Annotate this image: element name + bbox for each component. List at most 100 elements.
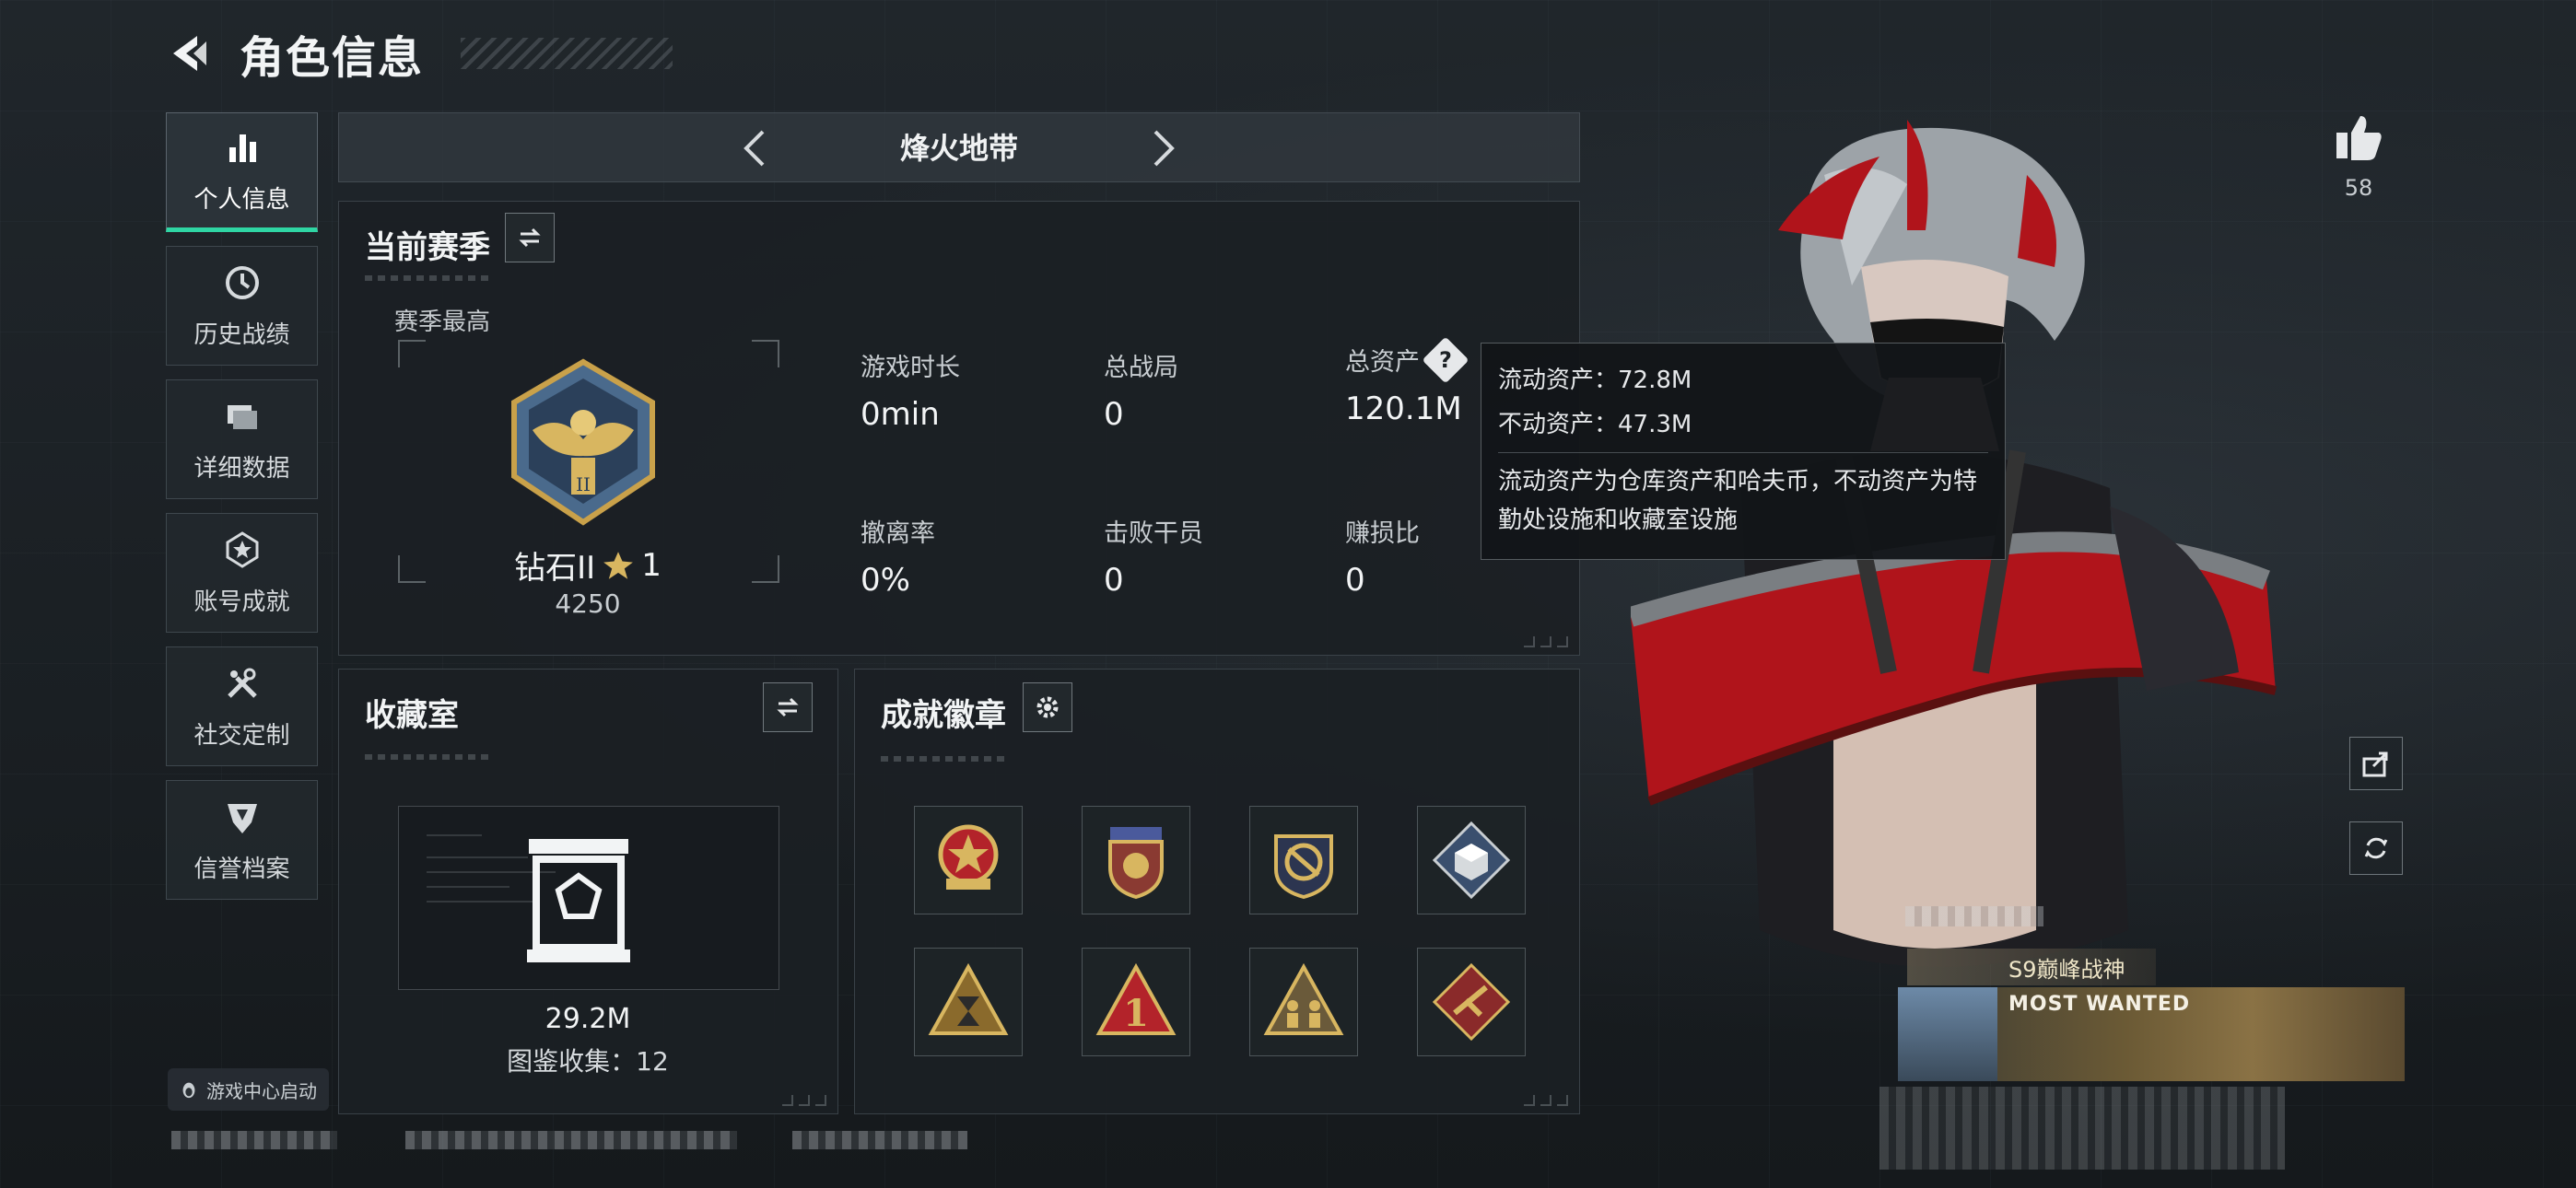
achievement-title: 成就徽章 [881,697,1006,734]
sidebar-item-match-history[interactable]: 历史战绩 [166,246,318,366]
sidebar-item-social-custom[interactable]: 社交定制 [166,646,318,766]
badge-hourglass-triangle[interactable] [914,948,1023,1056]
sidebar-item-personal-info[interactable]: 个人信息 [166,112,318,232]
stat-value: 0 [1104,396,1124,433]
rank-name: 钻石II 1 [431,542,744,588]
help-icon[interactable]: ? [1422,336,1469,383]
badge-number-one-triangle[interactable]: 1 [1082,948,1190,1056]
sidebar-item-credit-record[interactable]: 信誉档案 [166,780,318,900]
stat-label: 赚损比 [1345,519,1420,548]
mode-switcher: 烽火地带 [338,112,1580,182]
banner-text: MOST WANTED [2008,993,2191,1016]
page-title: 角色信息 [240,32,425,84]
penguin-icon [182,1082,195,1099]
banner-thumbnail [1898,987,1997,1081]
badge-star-medal[interactable] [914,806,1023,914]
swap-icon [519,227,541,248]
achievement-settings-button[interactable] [1023,682,1072,732]
rank-score: 4250 [555,588,621,619]
tooltip-description: 流动资产为仓库资产和哈夫币，不动资产为特勤处设施和收藏室设施 [1498,468,1978,534]
share-icon [2362,751,2388,777]
tools-icon [227,668,257,698]
rank-stars: 1 [641,546,662,584]
collection-value: 29.2M [544,1003,631,1035]
swap-icon [777,697,799,717]
blurred-player-name [1905,906,2043,926]
achievement-panel: 成就徽章 1 [854,669,1580,1114]
stat-label: 总资产 [1345,348,1420,377]
assets-tooltip: 流动资产：72.8M 不动资产：47.3M 流动资产为仓库资产和哈夫币，不动资产… [1481,343,2006,560]
showcase-icon [523,835,634,964]
thumbs-up-icon [2336,116,2382,160]
svg-text:II: II [576,473,591,495]
stat-label: 撤离率 [861,519,935,548]
season-title: 当前赛季 [365,229,490,266]
stat-value: 120.1M [1345,390,1462,427]
stat-value: 0min [861,396,940,433]
corner-decoration [1524,1095,1568,1106]
panel-decoration [881,756,1010,762]
page-header: 角色信息 [166,26,673,84]
sidebar-nav: 个人信息 历史战绩 详细数据 账号成就 社交定制 信誉档案 [166,112,318,914]
stat-total-assets: 总资产 ? 120.1M [1345,336,1469,427]
stat-play-time: 游戏时长 0min [861,347,960,433]
back-arrow-icon[interactable] [166,30,212,76]
sidebar-item-label: 历史战绩 [193,320,290,349]
folder-icon [227,404,257,429]
sidebar-item-label: 详细数据 [193,454,290,483]
sidebar-item-label: 社交定制 [193,721,290,750]
corner-decoration [782,1095,826,1106]
badge-cube-diamond[interactable] [1417,806,1526,914]
shield-icon [227,803,257,833]
badge-soldiers-triangle[interactable] [1249,948,1358,1056]
collection-panel: 收藏室 29.2M 图鉴收集：12 [338,669,838,1114]
blurred-info [1879,1087,2285,1170]
panel-decoration [365,275,494,281]
stat-operators-defeated: 击败干员 0 [1104,513,1203,599]
stat-value: 0 [1345,562,1365,599]
collection-title: 收藏室 [365,697,459,734]
panel-decoration [365,754,494,760]
sidebar-item-label: 账号成就 [193,588,290,616]
stat-profit-ratio: 赚损比 0 [1345,513,1420,599]
tooltip-liquid-assets: 流动资产：72.8M [1498,367,1692,394]
like-button[interactable]: 58 [2331,109,2386,201]
stat-total-matches: 总战局 0 [1104,347,1178,433]
like-count: 58 [2344,175,2373,201]
svg-text:1: 1 [1123,992,1149,1035]
badge-crown-shield[interactable] [1082,806,1190,914]
bar-chart-icon [228,134,256,162]
player-title-tag: S9巅峰战神 [1907,949,2156,985]
clock-icon [225,265,259,299]
collection-swap-button[interactable] [763,682,813,732]
stat-label-row: 总资产 ? [1345,336,1469,383]
blurred-info [792,1131,967,1149]
header-decoration [461,38,673,69]
tooltip-divider [1498,452,1988,453]
corner-decoration [1524,636,1568,647]
game-center-launch[interactable]: 游戏中心启动 [168,1068,329,1111]
player-banner: MOST WANTED [1898,987,2405,1081]
blurred-info [171,1131,337,1149]
achievement-icon [226,530,258,568]
season-swap-button[interactable] [505,213,555,262]
badge-wrench-emblem[interactable] [1249,806,1358,914]
sidebar-item-achievements[interactable]: 账号成就 [166,513,318,633]
stat-label: 击败干员 [1104,519,1203,548]
chevron-right-icon[interactable] [1141,126,1185,170]
stat-value: 0% [861,562,910,599]
share-button[interactable] [2349,737,2403,790]
season-panel: 当前赛季 赛季最高 II 钻石II 1 4250 游戏时长 0min 总战局 0 [338,201,1580,656]
sidebar-item-label: 信誉档案 [193,855,290,883]
sidebar-item-detailed-data[interactable]: 详细数据 [166,379,318,499]
star-icon [603,551,634,579]
sidebar-item-label: 个人信息 [193,185,290,214]
rank-emblem-icon: II [496,356,671,531]
player-title-text: S9巅峰战神 [2008,956,2125,983]
tooltip-fixed-assets: 不动资产：47.3M [1498,411,1692,438]
game-center-launch-label: 游戏中心启动 [206,1079,317,1102]
mode-title: 烽火地带 [899,131,1018,166]
badge-wings-diamond[interactable] [1417,948,1526,1056]
collection-count: 图鉴收集：12 [507,1046,669,1077]
refresh-button[interactable] [2349,821,2403,875]
